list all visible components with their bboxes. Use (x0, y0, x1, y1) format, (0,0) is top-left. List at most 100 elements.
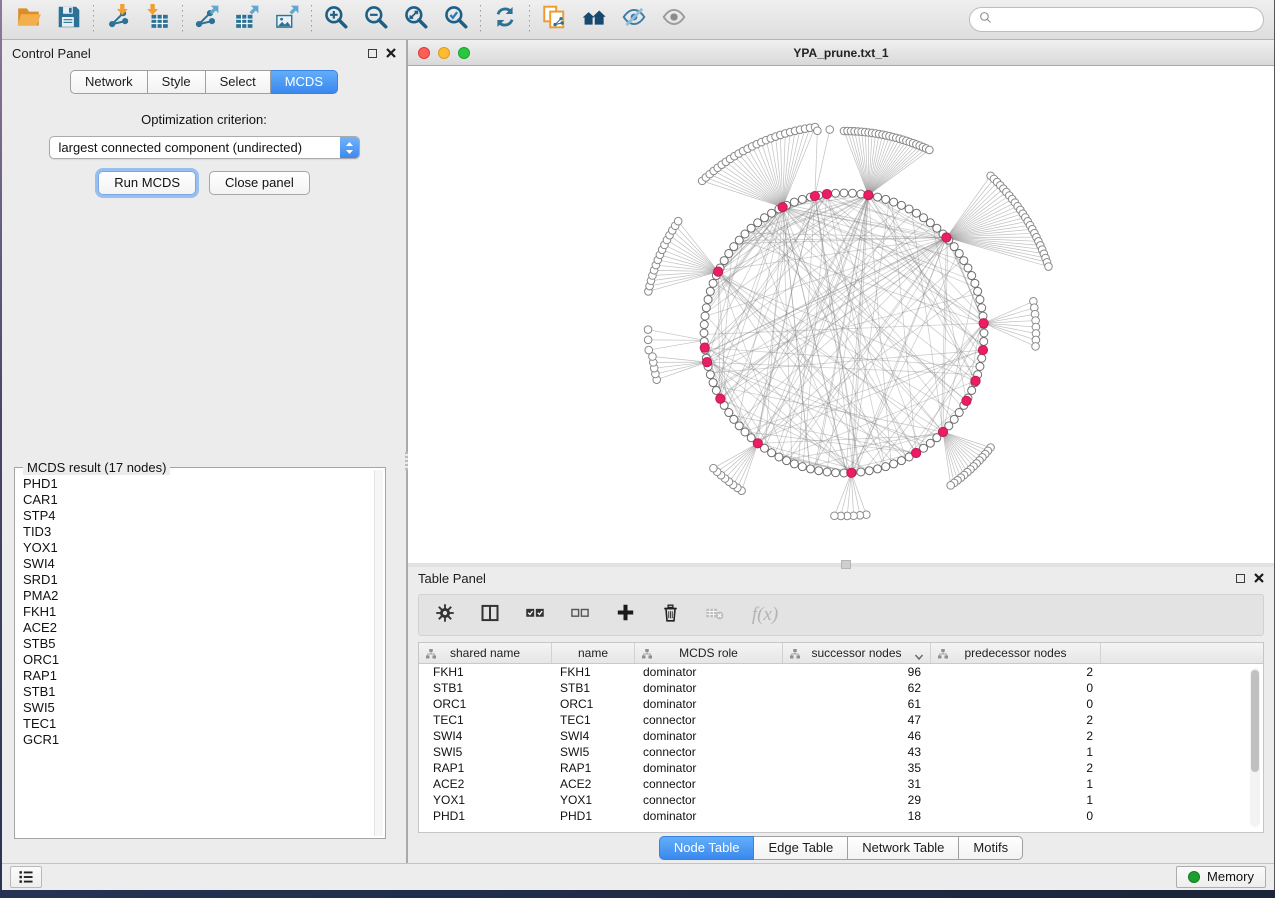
table-cell[interactable]: 1 (931, 776, 1101, 792)
graph-node[interactable] (897, 201, 905, 209)
tab-node-table[interactable]: Node Table (659, 836, 755, 860)
table-cell[interactable]: 46 (783, 728, 931, 744)
float-table-panel-icon[interactable] (1236, 574, 1245, 583)
column-header-successor-nodes[interactable]: successor nodes (783, 643, 931, 663)
mcds-result-node[interactable]: YOX1 (23, 540, 373, 556)
mcds-result-node[interactable]: SWI4 (23, 556, 373, 572)
table-cell[interactable]: 29 (783, 792, 931, 808)
graph-mcds-node[interactable] (822, 189, 831, 198)
save-session-button[interactable] (52, 4, 86, 36)
table-cell[interactable]: RAP1 (419, 760, 552, 776)
graph-node[interactable] (768, 209, 776, 217)
graph-node[interactable] (790, 198, 798, 206)
table-cell[interactable]: 43 (783, 744, 931, 760)
graph-node[interactable] (974, 287, 982, 295)
graph-node[interactable] (857, 468, 865, 476)
graph-node[interactable] (955, 249, 963, 257)
graph-leaf-node[interactable] (831, 512, 839, 520)
graph-node[interactable] (964, 264, 972, 272)
table-cell[interactable]: 2 (931, 728, 1101, 744)
graph-node[interactable] (968, 272, 976, 280)
table-cell[interactable]: 31 (783, 776, 931, 792)
table-cell[interactable]: 1 (931, 792, 1101, 808)
table-cell[interactable]: PHD1 (552, 808, 635, 824)
graph-node[interactable] (790, 460, 798, 468)
mcds-result-node[interactable]: GCR1 (23, 732, 373, 748)
graph-node[interactable] (730, 415, 738, 423)
graph-node[interactable] (874, 193, 882, 201)
graph-node[interactable] (832, 189, 840, 197)
graph-leaf-node[interactable] (644, 336, 652, 344)
graph-node[interactable] (976, 295, 984, 303)
graph-node[interactable] (980, 337, 988, 345)
table-cell[interactable]: TEC1 (552, 712, 635, 728)
graph-node[interactable] (706, 287, 714, 295)
mcds-result-node[interactable]: ACE2 (23, 620, 373, 636)
sort-descending-icon[interactable] (914, 650, 924, 664)
table-cell[interactable]: 2 (931, 712, 1101, 728)
table-cell[interactable]: 2 (931, 760, 1101, 776)
table-cell[interactable]: dominator (635, 760, 783, 776)
graph-mcds-node[interactable] (714, 267, 723, 276)
graph-leaf-node[interactable] (644, 326, 652, 334)
table-row[interactable]: RAP1RAP1dominator352 (419, 760, 1263, 776)
graph-node[interactable] (815, 467, 823, 475)
graph-node[interactable] (933, 224, 941, 232)
refresh-view-button[interactable] (488, 4, 522, 36)
table-row[interactable]: FKH1FKH1dominator962 (419, 664, 1263, 680)
deselect-all-button[interactable] (568, 603, 592, 627)
import-table-button[interactable] (141, 4, 175, 36)
table-row[interactable]: ACE2ACE2connector311 (419, 776, 1263, 792)
table-cell[interactable]: 0 (931, 808, 1101, 824)
table-cell[interactable]: ACE2 (419, 776, 552, 792)
table-row[interactable]: SWI5SWI5connector431 (419, 744, 1263, 760)
table-cell[interactable]: SWI4 (419, 728, 552, 744)
mcds-result-node[interactable]: STB1 (23, 684, 373, 700)
graph-node[interactable] (700, 329, 708, 337)
tab-mcds[interactable]: MCDS (271, 70, 338, 94)
table-cell[interactable]: SWI5 (419, 744, 552, 760)
graph-node[interactable] (754, 219, 762, 227)
graph-node[interactable] (897, 457, 905, 465)
graph-leaf-node[interactable] (814, 127, 822, 135)
zoom-fit-button[interactable] (399, 4, 433, 36)
export-image-button[interactable] (270, 4, 304, 36)
table-cell[interactable]: FKH1 (419, 664, 552, 680)
table-row[interactable]: YOX1YOX1connector291 (419, 792, 1263, 808)
open-session-button[interactable] (12, 4, 46, 36)
graph-node[interactable] (735, 422, 743, 430)
graph-node[interactable] (720, 257, 728, 265)
graph-mcds-node[interactable] (962, 396, 971, 405)
first-neighbors-button[interactable] (577, 4, 611, 36)
mcds-result-node[interactable]: TEC1 (23, 716, 373, 732)
table-cell[interactable]: TEC1 (419, 712, 552, 728)
import-network-button[interactable] (101, 4, 135, 36)
table-cell[interactable]: 1 (931, 744, 1101, 760)
graph-leaf-node[interactable] (947, 482, 955, 490)
graph-node[interactable] (768, 449, 776, 457)
table-cell[interactable]: ORC1 (419, 696, 552, 712)
column-header-MCDS-role[interactable]: MCDS role (635, 643, 783, 663)
zoom-selected-button[interactable] (439, 4, 473, 36)
graph-node[interactable] (725, 409, 733, 417)
graph-leaf-node[interactable] (649, 353, 657, 361)
table-row[interactable]: SWI4SWI4dominator462 (419, 728, 1263, 744)
hide-selected-button[interactable] (617, 4, 651, 36)
graph-node[interactable] (702, 304, 710, 312)
table-cell[interactable]: FKH1 (552, 664, 635, 680)
delete-columns-button[interactable] (658, 603, 682, 627)
table-scrollbar-thumb[interactable] (1251, 670, 1259, 772)
mcds-result-node[interactable]: FKH1 (23, 604, 373, 620)
search-input[interactable] (998, 13, 1254, 27)
select-all-button[interactable] (523, 603, 547, 627)
graph-node[interactable] (823, 468, 831, 476)
table-settings-button[interactable] (433, 603, 457, 627)
table-cell[interactable]: dominator (635, 664, 783, 680)
table-row[interactable]: STB1STB1dominator620 (419, 680, 1263, 696)
memory-button[interactable]: Memory (1176, 866, 1266, 888)
graph-node[interactable] (712, 386, 720, 394)
graph-node[interactable] (775, 453, 783, 461)
graph-node[interactable] (882, 195, 890, 203)
graph-mcds-node[interactable] (942, 233, 951, 242)
tab-network-table[interactable]: Network Table (848, 836, 959, 860)
